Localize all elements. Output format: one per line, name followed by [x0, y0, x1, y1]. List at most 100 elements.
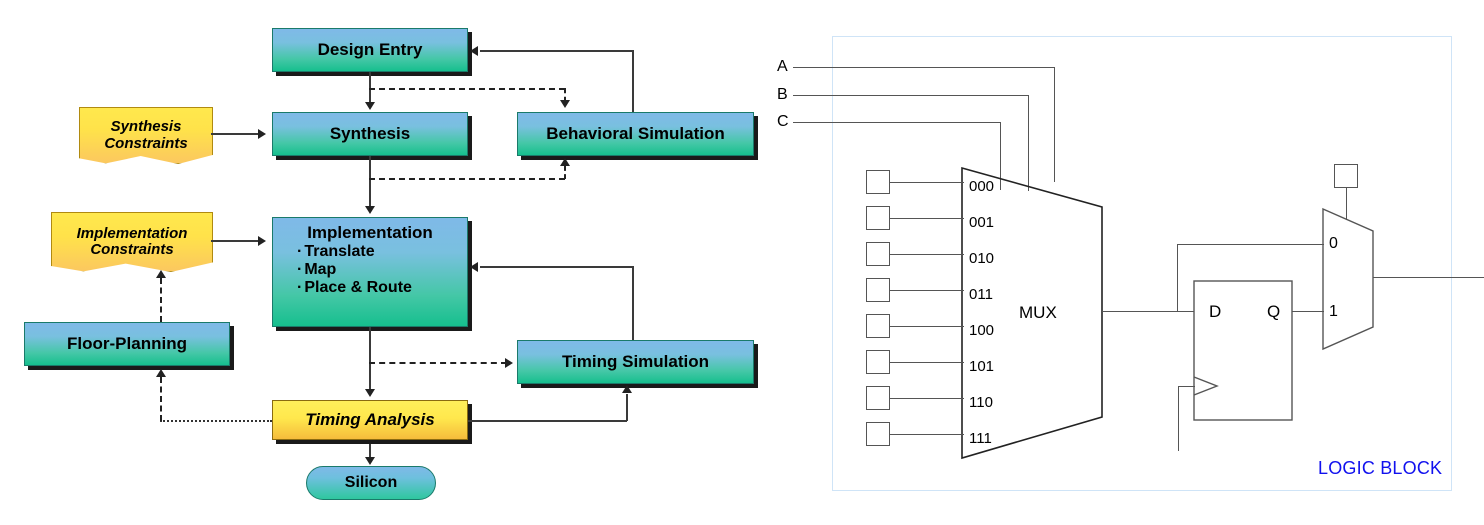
mux-label: MUX — [1019, 303, 1057, 322]
arrowhead-down — [365, 206, 375, 214]
edge-timing-analysis-to-timing-simulation-vert — [626, 394, 628, 421]
implementation-step: Place & Route — [297, 279, 467, 297]
wire-select-a-horz — [793, 67, 1055, 69]
config-cell[interactable] — [866, 278, 890, 302]
wire-select-b-horz — [793, 95, 1029, 97]
edge-timing-simulation-to-implementation-horz — [480, 266, 633, 268]
edge-synthesis-to-behavioral-dashed-vert — [564, 166, 566, 179]
config-cell[interactable] — [866, 314, 890, 338]
diagram-canvas: Design Entry Synthesis Behavioral Simula… — [0, 0, 1484, 525]
edge-implementation-to-timing-analysis — [369, 327, 371, 391]
wire-config-to-mux — [890, 218, 964, 220]
node-design-entry[interactable]: Design Entry — [272, 28, 468, 72]
wire-config-to-mux — [890, 398, 964, 400]
arrowhead-down — [365, 389, 375, 397]
note-line: Implementation — [76, 224, 188, 242]
note-synthesis-constraints[interactable]: Synthesis Constraints — [79, 107, 213, 164]
arrowhead-up — [622, 385, 632, 393]
wire-clock-horz — [1178, 386, 1195, 388]
edge-behavioral-to-design-entry-horz — [480, 50, 633, 52]
input-label-a: A — [777, 58, 788, 75]
implementation-step: Translate — [297, 243, 467, 261]
config-cell[interactable] — [866, 422, 890, 446]
wire-output-mux-select-stem — [1346, 188, 1348, 220]
config-cell-output-mux-select[interactable] — [1334, 164, 1358, 188]
edge-timing-analysis-to-floor-planning-dotted — [160, 420, 272, 422]
node-timing-analysis[interactable]: Timing Analysis — [272, 400, 468, 440]
wire-config-to-mux — [890, 434, 964, 436]
mux-input-label: 101 — [969, 358, 995, 375]
config-cell[interactable] — [866, 386, 890, 410]
arrowhead-up — [156, 369, 166, 377]
mux-input-label: 010 — [969, 250, 995, 267]
arrowhead-up — [560, 158, 570, 166]
node-design-entry-label: Design Entry — [317, 40, 423, 60]
implementation-step-list: Translate Map Place & Route — [273, 243, 467, 298]
wire-select-a-vert — [1054, 67, 1056, 182]
config-cell[interactable] — [866, 242, 890, 266]
config-cell[interactable] — [866, 350, 890, 374]
node-timing-simulation-label: Timing Simulation — [561, 352, 710, 372]
arrowhead-left — [470, 46, 478, 56]
edge-design-entry-to-behavioral-dashed-horz — [369, 88, 565, 90]
edge-synthesis-to-implementation — [369, 156, 371, 208]
edge-timing-analysis-to-floor-planning-vert — [160, 377, 162, 421]
node-timing-simulation[interactable]: Timing Simulation — [517, 340, 754, 384]
mux-input-label: 011 — [969, 286, 993, 303]
input-label-b: B — [777, 86, 788, 103]
config-cell[interactable] — [866, 170, 890, 194]
wire-select-c-vert — [1000, 122, 1002, 190]
wire-config-to-mux — [890, 362, 964, 364]
edge-synthesis-constraints-to-synthesis — [211, 133, 261, 135]
arrowhead-up — [156, 270, 166, 278]
logic-block-caption: LOGIC BLOCK — [1318, 458, 1443, 478]
output-mux-label-0: 0 — [1329, 235, 1338, 252]
node-silicon-label: Silicon — [344, 474, 398, 491]
node-synthesis-label: Synthesis — [329, 124, 411, 144]
wire-config-to-mux — [890, 290, 964, 292]
arrowhead-right — [258, 236, 266, 246]
wire-logic-block-output — [1373, 277, 1484, 279]
node-floor-planning[interactable]: Floor-Planning — [24, 322, 230, 366]
config-cell[interactable] — [866, 206, 890, 230]
edge-timing-simulation-to-implementation-vert — [632, 266, 634, 340]
mux-input-label: 110 — [969, 394, 993, 411]
wire-select-c-horz — [793, 122, 1001, 124]
node-implementation[interactable]: Implementation Translate Map Place & Rou… — [272, 217, 468, 327]
arrowhead-right — [258, 129, 266, 139]
node-floor-planning-label: Floor-Planning — [67, 334, 187, 354]
edge-timing-analysis-to-timing-simulation-horz — [468, 420, 627, 422]
node-synthesis[interactable]: Synthesis — [272, 112, 468, 156]
logic-block-boundary — [832, 36, 1452, 491]
node-silicon[interactable]: Silicon — [306, 466, 436, 500]
input-label-c: C — [777, 113, 789, 130]
arrowhead-down — [560, 100, 570, 108]
edge-implementation-to-timing-simulation-dashed — [369, 362, 507, 364]
wire-branch-to-output-mux-0 — [1177, 244, 1324, 246]
edge-behavioral-to-design-entry-vert — [632, 50, 634, 112]
mux-input-label: 100 — [969, 322, 995, 339]
arrowhead-down — [365, 457, 375, 465]
node-implementation-title: Implementation — [307, 223, 433, 242]
node-behavioral-simulation-label: Behavioral Simulation — [546, 124, 725, 144]
wire-mux-output — [1102, 311, 1194, 313]
node-behavioral-simulation[interactable]: Behavioral Simulation — [517, 112, 754, 156]
wire-q-to-output-mux-1 — [1292, 311, 1324, 313]
note-implementation-constraints[interactable]: Implementation Constraints — [51, 212, 213, 272]
edge-floor-planning-to-implementation-constraints — [160, 278, 162, 322]
wire-config-to-mux — [890, 182, 964, 184]
arrowhead-down — [365, 102, 375, 110]
flipflop-q-label: Q — [1267, 302, 1281, 321]
note-line: Synthesis — [110, 118, 182, 135]
wire-clock-vert — [1178, 386, 1180, 451]
arrowhead-right — [505, 358, 513, 368]
flipflop-d-label: D — [1209, 302, 1222, 321]
edge-synthesis-to-behavioral-dashed-horz — [369, 178, 565, 180]
arrowhead-left — [470, 262, 478, 272]
note-line: Constraints — [104, 134, 188, 152]
implementation-step: Map — [297, 261, 467, 279]
wire-config-to-mux — [890, 326, 964, 328]
mux-input-label: 001 — [969, 214, 995, 231]
edge-implementation-constraints-to-implementation — [211, 240, 261, 242]
wire-config-to-mux — [890, 254, 964, 256]
